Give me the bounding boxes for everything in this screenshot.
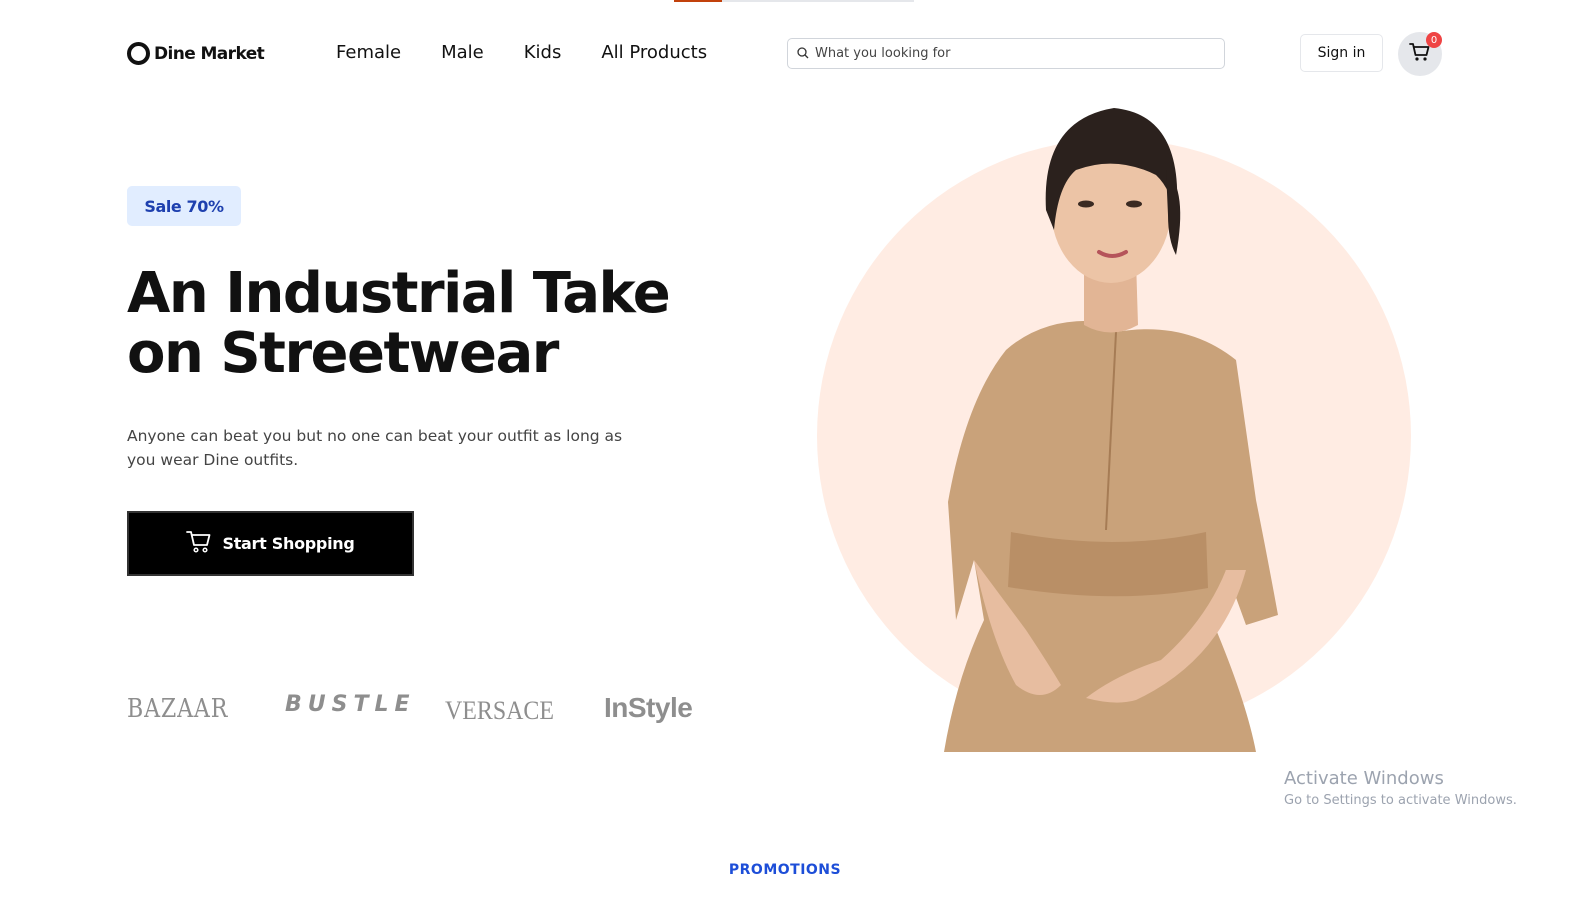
hero-headline: An Industrial Take on Streetwear (127, 261, 671, 386)
cart-icon (186, 530, 212, 558)
search-icon (797, 44, 809, 63)
logo-text: Dine Market (154, 43, 265, 64)
promotions-section-label: PROMOTIONS (728, 862, 842, 878)
start-shopping-button[interactable]: Start Shopping (127, 511, 414, 576)
watermark-title: Activate Windows (1284, 768, 1444, 789)
hero-subtext: Anyone can beat you but no one can beat … (127, 427, 623, 469)
search-input[interactable] (815, 46, 1215, 61)
brand-logo-versace: VERSACE (445, 696, 554, 725)
page-load-progress-fill (674, 0, 722, 2)
nav-link-all-products[interactable]: All Products (601, 42, 707, 63)
sign-in-button[interactable]: Sign in (1300, 34, 1383, 72)
main-nav: Female Male Kids All Products (336, 42, 707, 63)
nav-link-male[interactable]: Male (441, 42, 484, 63)
brand-logo-bustle: BUSTLE (285, 692, 416, 717)
nav-link-female[interactable]: Female (336, 42, 401, 63)
logo-ring-icon (127, 42, 150, 65)
start-shopping-label: Start Shopping (222, 534, 355, 553)
logo[interactable]: Dine Market (127, 42, 265, 65)
watermark-subtitle: Go to Settings to activate Windows. (1284, 793, 1517, 808)
search-bar[interactable] (787, 38, 1225, 69)
windows-activation-watermark: Activate Windows Go to Settings to activ… (1284, 768, 1517, 808)
hero-image (816, 100, 1416, 752)
brand-logos: BAZAAR BUSTLE VERSACE InStyle (127, 686, 727, 734)
cart-button[interactable]: 0 (1398, 32, 1442, 76)
page-load-progress (674, 0, 914, 2)
brand-logo-instyle: InStyle (604, 692, 693, 723)
nav-link-kids[interactable]: Kids (524, 42, 562, 63)
sale-badge: Sale 70% (127, 186, 241, 226)
brand-logo-bazaar: BAZAAR (127, 694, 229, 724)
cart-count-badge: 0 (1426, 32, 1442, 48)
